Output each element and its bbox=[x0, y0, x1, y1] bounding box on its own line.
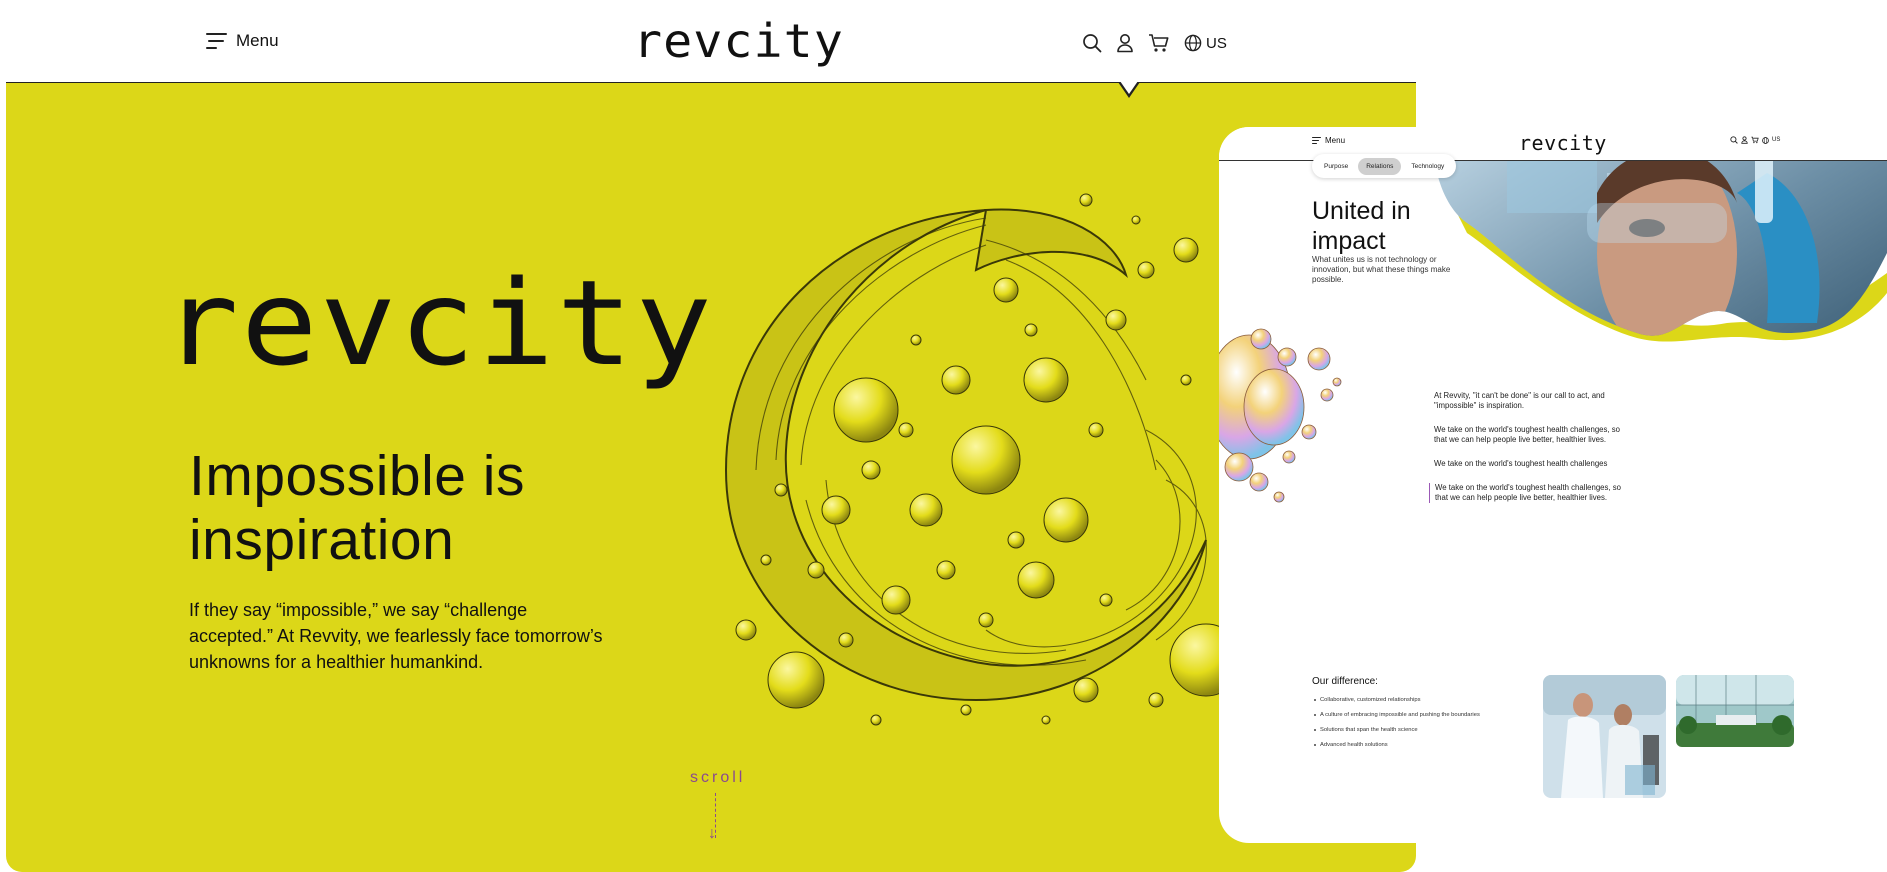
tab-technology[interactable]: Technology bbox=[1403, 158, 1452, 175]
search-icon[interactable] bbox=[1730, 136, 1738, 144]
difference-list: Collaborative, customized relationships … bbox=[1312, 697, 1480, 757]
section-title: United in impact bbox=[1312, 196, 1411, 256]
hero-brand: revcity bbox=[162, 254, 715, 392]
bubbles-illustration bbox=[1219, 328, 1342, 503]
scroll-indicator[interactable]: scroll bbox=[690, 769, 745, 787]
paragraph-1: At Revvity, "it can't be done" is our ca… bbox=[1434, 391, 1605, 410]
locale-selector[interactable]: US bbox=[1206, 35, 1227, 52]
menu-button[interactable]: Menu bbox=[206, 31, 279, 51]
menu-icon bbox=[1312, 137, 1321, 144]
liquid-swirl-illustration bbox=[724, 193, 1243, 726]
section-title-line2: impact bbox=[1312, 227, 1386, 255]
list-item: Solutions that span the health science bbox=[1312, 727, 1480, 733]
paragraph-3: We take on the world's toughest health c… bbox=[1434, 459, 1608, 468]
header-pointer bbox=[1118, 81, 1140, 98]
section-title-line1: United in bbox=[1312, 197, 1411, 225]
menu-icon bbox=[206, 33, 227, 49]
main-header: Menu revcity US bbox=[6, 0, 1416, 83]
search-icon[interactable] bbox=[1082, 33, 1102, 53]
site-logo[interactable]: revcity bbox=[633, 14, 844, 68]
globe-icon[interactable] bbox=[1762, 136, 1769, 144]
tab-relations[interactable]: Relations bbox=[1358, 157, 1402, 175]
header-actions: US bbox=[1730, 136, 1780, 144]
menu-label: Menu bbox=[1325, 136, 1346, 145]
list-item: Advanced health solutions bbox=[1312, 742, 1480, 748]
arrow-down-icon: ↓ bbox=[708, 825, 716, 842]
list-item: Collaborative, customized relationships bbox=[1312, 697, 1480, 703]
menu-label: Menu bbox=[236, 31, 279, 50]
lab-scientists-photo bbox=[1543, 675, 1666, 798]
hero-title-line1: Impossible is bbox=[189, 444, 525, 508]
globe-icon[interactable] bbox=[1184, 34, 1202, 52]
paragraph-4-active: We take on the world's toughest health c… bbox=[1429, 483, 1630, 503]
cart-icon[interactable] bbox=[1148, 33, 1170, 53]
list-item: A culture of embracing impossible and pu… bbox=[1312, 712, 1480, 718]
greenhouse-lab-photo bbox=[1676, 675, 1794, 747]
menu-button[interactable]: Menu bbox=[1312, 136, 1345, 145]
header-actions: US bbox=[1082, 33, 1227, 53]
hero-title-line2: inspiration bbox=[189, 508, 455, 572]
difference-title: Our difference: bbox=[1312, 676, 1378, 687]
section-subtitle: What unites us is not technology or inno… bbox=[1312, 255, 1451, 284]
section-tabs: Purpose Relations Technology bbox=[1312, 154, 1457, 178]
locale-selector[interactable]: US bbox=[1772, 137, 1780, 143]
tab-purpose[interactable]: Purpose bbox=[1316, 158, 1356, 175]
overlay-page: Menu revcity US Purpose Relations Techno… bbox=[1219, 127, 1887, 843]
user-icon[interactable] bbox=[1116, 33, 1134, 53]
hero-body: If they say “impossible,” we say “challe… bbox=[189, 600, 603, 672]
user-icon[interactable] bbox=[1741, 136, 1748, 144]
cart-icon[interactable] bbox=[1751, 136, 1759, 144]
scientist-photo bbox=[1437, 133, 1887, 342]
main-page: Menu revcity US revcity Impossible is in… bbox=[6, 0, 1416, 872]
site-logo[interactable]: revcity bbox=[1519, 131, 1607, 155]
hero-title: Impossible is inspiration bbox=[189, 444, 525, 572]
paragraph-2: We take on the world's toughest health c… bbox=[1434, 425, 1620, 444]
